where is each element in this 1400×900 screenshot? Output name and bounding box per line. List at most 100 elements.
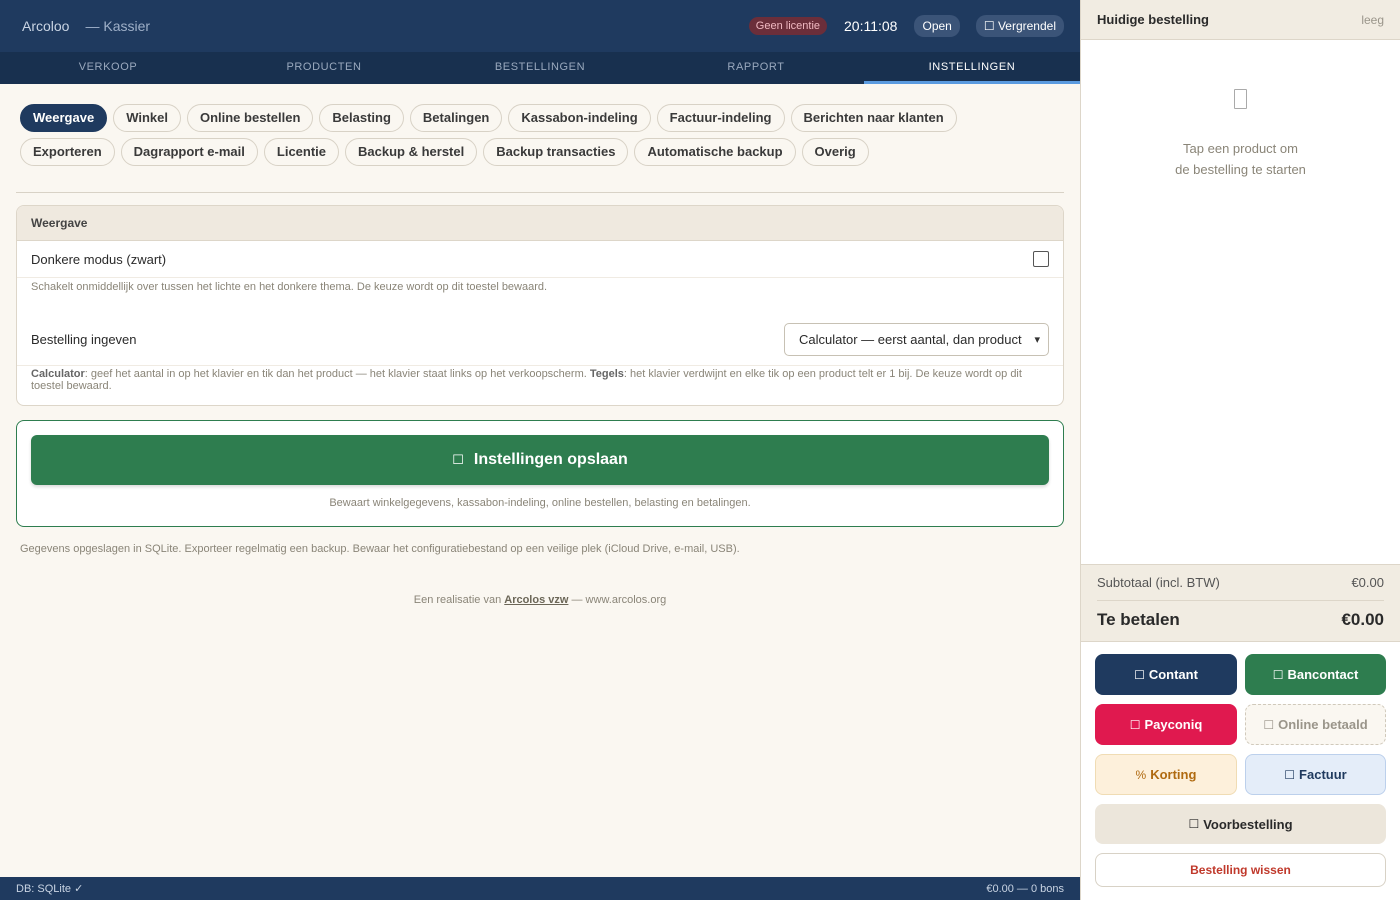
save-settings-button[interactable]: ☐ Instellingen opslaan: [31, 435, 1049, 485]
cash-button[interactable]: ☐ Contant: [1095, 654, 1237, 695]
arcolos-link[interactable]: Arcolos vzw: [504, 594, 568, 606]
invoice-icon: ☐: [1284, 767, 1296, 782]
settings-tabs: Weergave Winkel Online bestellen Belasti…: [16, 84, 1064, 172]
empty-message: Tap een product om de bestelling te star…: [1081, 138, 1400, 180]
order-panel: Huidige bestelling leeg Tap een product …: [1080, 0, 1400, 900]
online-paid-label: Online betaald: [1278, 717, 1368, 732]
invoice-label: Factuur: [1299, 767, 1347, 782]
payment-buttons: ☐ Contant ☐ Bancontact ☐ Payconiq ☐ Onli…: [1081, 642, 1400, 887]
calendar-icon: ☐: [1188, 817, 1200, 831]
percent-icon: %: [1135, 767, 1147, 782]
empty-message-line-1: Tap een product om: [1183, 141, 1298, 156]
order-input-value: Calculator — eerst aantal, dan product: [799, 332, 1022, 347]
preorder-button[interactable]: ☐ Voorbestelling: [1095, 804, 1386, 844]
empty-message-line-2: de bestelling te starten: [1175, 162, 1306, 177]
settings-tab-overig[interactable]: Overig: [801, 138, 869, 166]
credit-suffix: — www.arcolos.org: [568, 594, 667, 606]
order-header: Huidige bestelling leeg: [1081, 0, 1400, 40]
card-header: Weergave: [17, 206, 1063, 241]
receipt-icon: [1234, 89, 1247, 109]
settings-tab-online-bestellen[interactable]: Online bestellen: [186, 104, 314, 132]
user-role: — Kassier: [85, 18, 151, 34]
card-icon: ☐: [1272, 667, 1284, 682]
license-badge[interactable]: Geen licentie: [748, 17, 828, 35]
weergave-card: Weergave Donkere modus (zwart) Schakelt …: [16, 205, 1064, 406]
lock-icon: ☐: [983, 19, 995, 33]
clear-order-button[interactable]: Bestelling wissen: [1095, 853, 1386, 887]
dark-mode-hint: Schakelt onmiddellijk over tussen het li…: [31, 281, 548, 293]
main-nav: VERKOOP PRODUCTEN BESTELLINGEN RAPPORT I…: [0, 52, 1080, 84]
total-label: Te betalen: [1097, 610, 1180, 629]
save-card: ☐ Instellingen opslaan Bewaart winkelgeg…: [16, 420, 1064, 527]
bancontact-button[interactable]: ☐ Bancontact: [1245, 654, 1386, 695]
tab-producten[interactable]: PRODUCTEN: [216, 52, 432, 84]
db-status: DB: SQLite ✓: [16, 883, 84, 895]
tab-instellingen[interactable]: INSTELLINGEN: [864, 52, 1080, 84]
settings-tab-factuur-indeling[interactable]: Factuur-indeling: [656, 104, 785, 132]
tab-bestellingen[interactable]: BESTELLINGEN: [432, 52, 648, 84]
preorder-label: Voorbestelling: [1203, 816, 1293, 832]
discount-label: Korting: [1150, 767, 1197, 782]
tab-verkoop[interactable]: VERKOOP: [0, 52, 216, 84]
subtotal-label: Subtotaal (incl. BTW): [1097, 575, 1220, 590]
cash-label: Contant: [1148, 667, 1198, 682]
settings-tab-exporteren[interactable]: Exporteren: [20, 138, 115, 166]
tab-rapport[interactable]: RAPPORT: [648, 52, 864, 84]
discount-button[interactable]: % Korting: [1095, 754, 1237, 795]
settings-tab-berichten[interactable]: Berichten naar klanten: [790, 104, 957, 132]
settings-tab-dagrapport[interactable]: Dagrapport e-mail: [120, 138, 258, 166]
settings-tab-kassabon-indeling[interactable]: Kassabon-indeling: [508, 104, 651, 132]
dark-mode-row: Donkere modus (zwart): [17, 241, 1063, 278]
total-row: Te betalen €0.00: [1097, 601, 1384, 639]
save-settings-label: Instellingen opslaan: [473, 451, 628, 468]
payconiq-label: Payconiq: [1144, 717, 1203, 732]
phone-icon: ☐: [1129, 717, 1141, 732]
settings-tab-belasting[interactable]: Belasting: [319, 104, 404, 132]
order-input-select[interactable]: Calculator — eerst aantal, dan product ▾: [784, 323, 1049, 356]
lock-button[interactable]: ☐ Vergrendel: [975, 15, 1064, 37]
main-app: Arcoloo — Kassier Geen licentie 20:11:08…: [0, 0, 1080, 900]
hint-tiles-term: Tegels: [589, 368, 624, 380]
cash-icon: ☐: [1134, 667, 1145, 682]
total-value: €0.00: [1341, 610, 1384, 629]
order-input-hint: Calculator: geef het aantal in op het kl…: [17, 366, 1063, 405]
settings-content: Weergave Winkel Online bestellen Belasti…: [16, 84, 1064, 606]
app-name: Arcoloo: [22, 18, 70, 34]
subtotal-value: €0.00: [1351, 575, 1384, 590]
divider: [16, 192, 1064, 193]
settings-tab-licentie[interactable]: Licentie: [263, 138, 340, 166]
globe-icon: ☐: [1263, 717, 1275, 732]
top-bar: Arcoloo — Kassier Geen licentie 20:11:08…: [0, 0, 1080, 52]
storage-note: Gegevens opgeslagen in SQLite. Exporteer…: [20, 543, 740, 555]
save-note: Bewaart winkelgegevens, kassabon-indelin…: [329, 497, 751, 509]
hint-calculator-text: : geef het aantal in op het klavier en t…: [84, 368, 590, 380]
online-paid-button[interactable]: ☐ Online betaald: [1245, 704, 1386, 745]
credit-prefix: Een realisatie van: [413, 594, 505, 606]
settings-tab-backup-transacties[interactable]: Backup transacties: [483, 138, 629, 166]
settings-tab-winkel[interactable]: Winkel: [113, 104, 181, 132]
dark-mode-checkbox[interactable]: [1033, 251, 1049, 267]
settings-tab-automatische-backup[interactable]: Automatische backup: [634, 138, 796, 166]
order-totals: Subtotaal (incl. BTW) €0.00 Te betalen €…: [1081, 564, 1400, 642]
save-icon: ☐: [452, 452, 464, 467]
settings-tab-backup-herstel[interactable]: Backup & herstel: [345, 138, 478, 166]
footer-credit: Een realisatie van Arcolos vzw — www.arc…: [16, 594, 1064, 606]
bancontact-label: Bancontact: [1287, 667, 1359, 682]
settings-tab-weergave[interactable]: Weergave: [20, 104, 108, 132]
shift-status-badge[interactable]: Open: [914, 15, 960, 37]
chevron-down-icon: ▾: [1034, 334, 1040, 346]
order-status: leeg: [1361, 12, 1384, 27]
sales-summary: €0.00 — 0 bons: [986, 882, 1064, 895]
payconiq-button[interactable]: ☐ Payconiq: [1095, 704, 1237, 745]
subtotal-row: Subtotaal (incl. BTW) €0.00: [1097, 565, 1384, 601]
status-bar: DB: SQLite ✓ €0.00 — 0 bons: [0, 877, 1080, 900]
order-input-label: Bestelling ingeven: [31, 332, 137, 347]
lock-button-label: Vergrendel: [997, 19, 1056, 33]
order-input-row: Bestelling ingeven Calculator — eerst aa…: [17, 314, 1063, 366]
clock: 20:11:08: [844, 18, 898, 34]
dark-mode-label: Donkere modus (zwart): [31, 251, 167, 267]
invoice-button[interactable]: ☐ Factuur: [1245, 754, 1386, 795]
order-title: Huidige bestelling: [1097, 12, 1209, 27]
order-empty-state: Tap een product om de bestelling te star…: [1081, 40, 1400, 564]
settings-tab-betalingen[interactable]: Betalingen: [409, 104, 503, 132]
